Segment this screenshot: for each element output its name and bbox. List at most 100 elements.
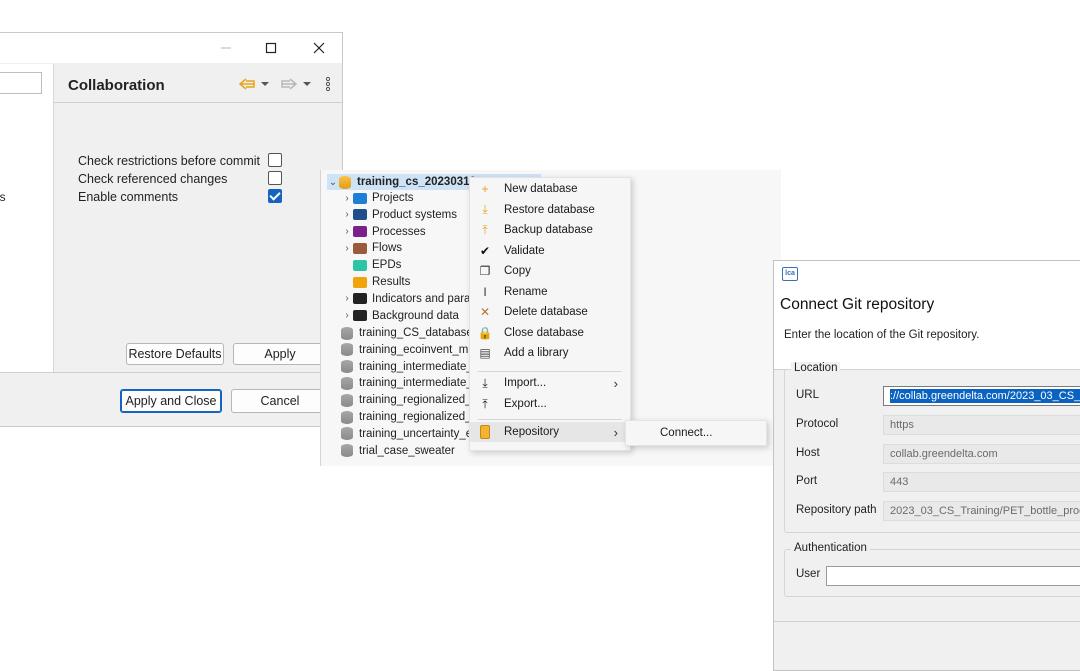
tree-item-folder[interactable]: › Product systems [341,207,457,223]
database-icon [341,410,353,424]
more-options-icon[interactable] [324,76,332,92]
tree-item-label: training_uncertainty_e [359,427,473,440]
menu-item-restore-database[interactable]: ⤓ Restore database [470,200,630,220]
tree-item-database[interactable]: training_CS_database_ [341,325,479,341]
close-icon [313,42,325,54]
folder-icon [353,242,367,254]
database-icon [341,326,353,340]
user-label: User [796,568,821,580]
minimize-button[interactable] [213,37,239,59]
checkbox-enable-comments[interactable] [268,189,282,203]
tree-item-database[interactable]: training_ecoinvent_m [341,342,468,358]
maximize-icon [265,42,277,54]
tree-item-database[interactable]: training_regionalized_ [341,409,472,425]
restore-defaults-button[interactable]: Restore Defaults [126,343,224,365]
folder-icon [353,209,367,221]
tree-item-database[interactable]: training_uncertainty_e [341,426,472,442]
header-divider [54,102,342,103]
validate-icon: ✔ [479,243,491,258]
menu-item-rename[interactable]: I Rename [470,282,630,302]
cancel-button[interactable]: Cancel [231,389,329,413]
menu-item-new-database[interactable]: + New database [470,179,630,199]
page-navigation [238,76,332,92]
group-label: Authentication [791,542,870,554]
tree-item-label: training_regionalized_ [359,394,472,407]
back-dropdown-icon[interactable] [260,79,270,89]
chevron-right-icon[interactable]: › [341,293,353,304]
maximize-button[interactable] [258,37,284,59]
option-label-enable-comments: Enable comments [78,190,179,204]
tree-item-label: Processes [372,225,426,238]
menu-item-validate[interactable]: ✔ Validate [470,241,630,261]
tree-item-database[interactable]: training_regionalized_ [341,392,472,408]
tree-item-label: EPDs [372,259,402,272]
apply-and-close-button[interactable]: Apply and Close [120,389,222,413]
app-icon: lca [782,267,798,281]
chevron-right-icon: › [613,375,618,391]
tree-item-database[interactable]: training_intermediate_ [341,359,473,375]
option-label-check-restrictions: Check restrictions before commit [78,154,261,168]
menu-item-copy[interactable]: ❐ Copy [470,261,630,281]
checkbox-check-restrictions[interactable] [268,153,282,167]
dialog-footer [774,621,1080,622]
close-window-button[interactable] [306,37,332,59]
tree-item-folder[interactable]: EPDs [341,257,401,273]
tree-item-folder[interactable]: Results [341,274,410,290]
chevron-right-icon[interactable]: › [341,243,353,254]
chevron-right-icon[interactable]: › [341,310,353,321]
new-database-icon: + [481,182,489,196]
tree-item-stub[interactable]: es [0,190,6,204]
tree-item-label: Results [372,276,411,288]
menu-item-export[interactable]: ⤒ Export... [470,394,630,414]
tree-item-folder[interactable]: › Flows [341,240,402,256]
url-input[interactable]: ://collab.greendelta.com/2023_03_CS_Tr [883,386,1080,406]
tree-item-folder[interactable]: › Processes [341,224,426,240]
menu-item-import[interactable]: ⤓ Import... › [470,373,630,393]
menu-item-connect[interactable]: Connect... [660,427,712,439]
chevron-right-icon[interactable]: › [341,226,353,237]
tree-item-label: Product systems [372,208,457,221]
tree-item-database[interactable]: trial_case_sweater [341,443,455,459]
dialog-title: Connect Git repository [780,296,935,313]
repository-path-field: 2023_03_CS_Training/PET_bottle_produc [883,501,1080,521]
menu-item-label: Import... [504,377,547,389]
tree-item-database[interactable]: training_intermediate_ [341,375,473,391]
tree-item-label: training_regionalized_ [359,411,472,423]
dialog-titlebar: lca [774,261,1080,287]
back-arrow-icon[interactable] [238,77,256,91]
minimize-icon [221,47,231,49]
authentication-group: Authentication User [784,542,1080,597]
menu-item-label: Export... [504,398,547,410]
chevron-right-icon[interactable]: › [341,193,353,204]
database-icon [341,427,353,441]
menu-item-label: Delete database [504,306,588,318]
tree-item-folder[interactable]: › Indicators and para [341,291,470,307]
user-input[interactable] [826,566,1080,586]
forward-dropdown-icon[interactable] [302,79,312,89]
menu-item-add-a-library[interactable]: ▤ Add a library [470,343,630,363]
dialog-header: Connect Git repository Enter the locatio… [774,287,1080,370]
rename-icon: I [483,284,487,299]
tree-item-folder[interactable]: › Projects [341,190,413,206]
folder-icon [353,226,367,238]
menu-item-repository[interactable]: Repository › [470,422,630,442]
database-icon [341,360,353,374]
menu-item-close-database[interactable]: 🔒 Close database [470,323,630,343]
menu-item-label: Restore database [504,203,595,216]
preferences-filter-input[interactable] [0,72,42,94]
expand-down-icon[interactable]: ⌄ [327,177,339,188]
protocol-label: Protocol [796,418,839,430]
repository-icon [478,425,492,439]
preferences-titlebar [0,33,342,63]
preferences-page: Collaboration Check restrictions before … [54,64,342,372]
chevron-right-icon[interactable]: › [341,209,353,220]
apply-button[interactable]: Apply [233,343,327,365]
menu-separator [478,371,622,372]
checkbox-check-referenced[interactable] [268,171,282,185]
menu-item-delete-database[interactable]: ✕ Delete database [470,302,630,322]
menu-item-backup-database[interactable]: ⤒ Backup database [470,220,630,240]
delete-icon: ✕ [479,305,491,319]
menu-item-label: Add a library [504,347,569,359]
tree-item-folder[interactable]: › Background data [341,308,459,324]
forward-arrow-icon[interactable] [280,77,298,91]
